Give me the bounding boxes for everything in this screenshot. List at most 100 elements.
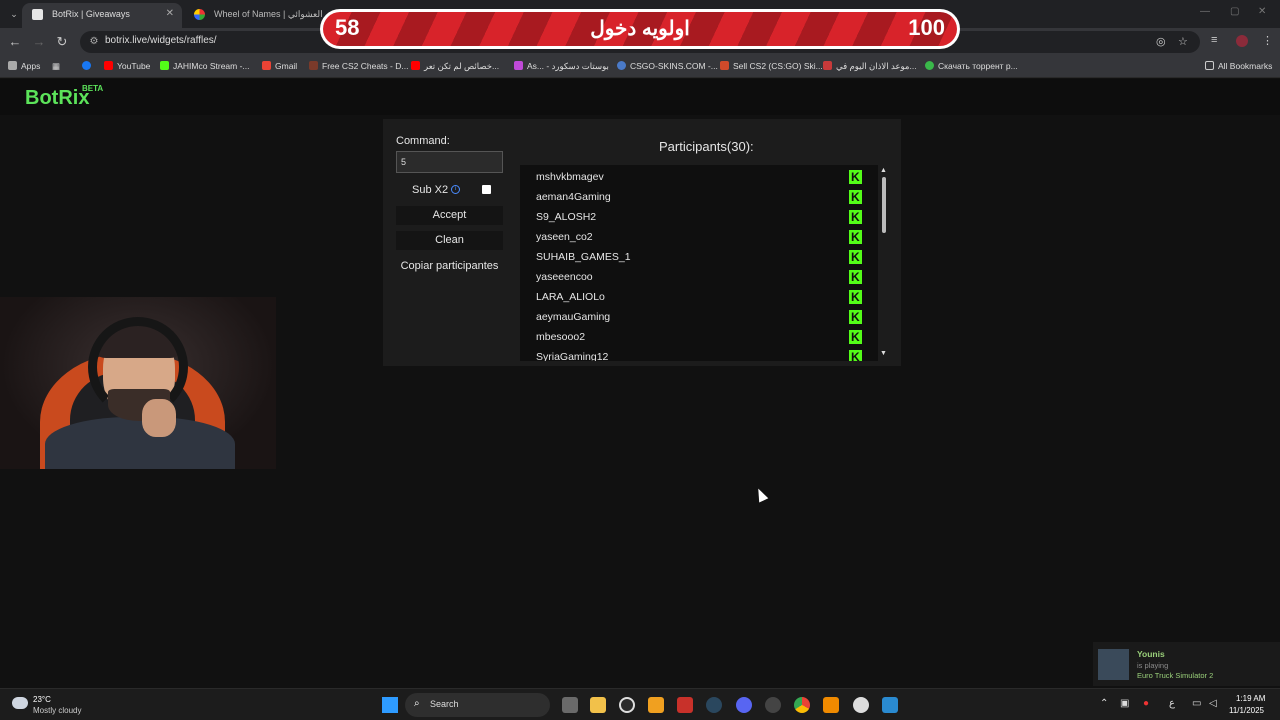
scrollbar-thumb[interactable] bbox=[882, 177, 886, 233]
bookmark-discord-posts[interactable]: As... - بوستات دسكورد bbox=[514, 61, 609, 72]
banner-center-text: اولويه دخول bbox=[590, 18, 690, 40]
botrix-logo[interactable]: BotRix bbox=[25, 87, 89, 110]
red-app-icon[interactable] bbox=[677, 697, 693, 713]
g-hub-icon[interactable] bbox=[619, 697, 635, 713]
facebook-icon[interactable] bbox=[82, 61, 95, 71]
participants-list[interactable]: mshvkbmagev aeman4Gaming S9_ALOSH2 yasee… bbox=[520, 165, 878, 361]
participant-row[interactable]: aeman4Gaming bbox=[520, 187, 865, 207]
participant-row[interactable]: mshvkbmagev bbox=[520, 167, 865, 187]
chrome-icon[interactable] bbox=[794, 697, 810, 713]
command-input[interactable] bbox=[396, 151, 503, 173]
windows-start-icon[interactable] bbox=[382, 697, 398, 713]
settings-gear-icon[interactable] bbox=[853, 697, 869, 713]
bookmark-prayer-times[interactable]: موعد الاذان اليوم في... bbox=[823, 61, 917, 72]
kick-icon bbox=[849, 230, 862, 244]
bookmark-arabic-video[interactable]: خصائص لم تكن تعر... bbox=[411, 61, 499, 72]
participant-row[interactable]: SUHAIB_GAMES_1 bbox=[520, 247, 865, 267]
participant-name: aeman4Gaming bbox=[536, 191, 611, 203]
clock-time[interactable]: 1:19 AM bbox=[1236, 694, 1265, 703]
reload-icon[interactable]: ↻ bbox=[53, 33, 71, 51]
notepad-icon[interactable] bbox=[882, 697, 898, 713]
bookmark-csgo-skins[interactable]: CSGO-SKINS.COM -... bbox=[617, 61, 718, 71]
close-window-icon[interactable]: ✕ bbox=[1258, 6, 1266, 17]
participant-name: S9_ALOSH2 bbox=[536, 211, 597, 223]
participant-row[interactable]: aeymauGaming bbox=[520, 307, 865, 327]
vlc-icon[interactable] bbox=[823, 697, 839, 713]
participant-row[interactable]: LARA_ALIOLo bbox=[520, 287, 865, 307]
participant-row[interactable]: SyriaGaming12 bbox=[520, 347, 865, 361]
participant-row[interactable]: S9_ALOSH2 bbox=[520, 207, 865, 227]
gem-icon bbox=[514, 61, 523, 70]
media-icon[interactable]: ≡ bbox=[1211, 34, 1217, 46]
banner-right-number: 100 bbox=[908, 15, 945, 40]
menu-icon[interactable]: ⋮ bbox=[1262, 34, 1273, 47]
task-view-icon[interactable] bbox=[562, 697, 578, 713]
accept-button[interactable]: Accept bbox=[396, 206, 503, 225]
clean-button[interactable]: Clean bbox=[396, 231, 503, 250]
kick-icon bbox=[849, 270, 862, 284]
copy-participants-button[interactable]: Copiar participantes bbox=[396, 260, 503, 272]
taskbar-search[interactable]: ⌕ Search bbox=[405, 693, 550, 717]
cloud-icon[interactable] bbox=[12, 697, 28, 709]
scroll-up-icon[interactable]: ▲ bbox=[880, 167, 887, 174]
microphone-icon[interactable]: ● bbox=[1143, 698, 1149, 709]
all-bookmarks[interactable]: All Bookmarks bbox=[1205, 61, 1272, 71]
friend-avatar bbox=[1098, 649, 1129, 680]
kick-icon bbox=[160, 61, 169, 70]
cheats-icon bbox=[309, 61, 318, 70]
raffle-panel: Command: Sub X2 i Accept Clean Copiar pa… bbox=[383, 119, 901, 366]
search-icon: ⌕ bbox=[414, 698, 420, 709]
streamer-shirt bbox=[45, 417, 235, 469]
participant-row[interactable]: mbesooo2 bbox=[520, 327, 865, 347]
bookmark-gmail[interactable]: Gmail bbox=[262, 61, 297, 71]
bookmarks-bar: Apps ▦ YouTube JAHIMco Stream -... Gmail… bbox=[0, 56, 1280, 78]
arrow-app-icon[interactable] bbox=[648, 697, 664, 713]
clock-date[interactable]: 11/1/2025 bbox=[1229, 706, 1264, 715]
search-label: Search bbox=[430, 699, 459, 709]
folder-icon bbox=[1205, 61, 1214, 70]
kick-icon bbox=[849, 190, 862, 204]
grid-icon[interactable]: ▦ bbox=[52, 61, 60, 72]
friend-game: Euro Truck Simulator 2 bbox=[1137, 671, 1214, 680]
bookmark-star-icon[interactable]: ☆ bbox=[1178, 35, 1188, 48]
steam-notification[interactable]: Younis is playing Euro Truck Simulator 2 bbox=[1093, 642, 1280, 686]
bookmark-apps[interactable]: Apps bbox=[8, 61, 40, 71]
site-info-icon[interactable]: ⚙ bbox=[87, 35, 101, 49]
forward-icon[interactable]: → bbox=[30, 33, 48, 51]
network-icon[interactable]: ▭ bbox=[1192, 698, 1201, 709]
temperature[interactable]: 23°C bbox=[33, 695, 51, 704]
tab-wheel-of-names[interactable]: Wheel of Names | عسم العشوائي bbox=[184, 3, 334, 28]
profile-avatar[interactable] bbox=[1236, 35, 1248, 47]
close-tab-icon[interactable]: ✕ bbox=[166, 3, 174, 25]
bookmark-cs2-cheats[interactable]: Free CS2 Cheats - D... bbox=[309, 61, 408, 71]
bookmark-sell-cs2[interactable]: Sell CS2 (CS:GO) Ski... bbox=[720, 61, 823, 71]
kick-icon bbox=[849, 250, 862, 264]
participant-row[interactable]: yaseeencoo bbox=[520, 267, 865, 287]
file-explorer-icon[interactable] bbox=[590, 697, 606, 713]
tray-app-icon[interactable]: ▣ bbox=[1120, 698, 1129, 709]
participant-row[interactable]: yaseen_co2 bbox=[520, 227, 865, 247]
bookmark-torrent[interactable]: Скачать торрент р... bbox=[925, 61, 1018, 71]
back-icon[interactable]: ← bbox=[6, 33, 24, 51]
tab-botrix[interactable]: BotRix | Giveaways ✕ bbox=[22, 3, 182, 28]
weather-condition[interactable]: Mostly cloudy bbox=[33, 706, 81, 715]
eye-off-icon[interactable]: ◎ bbox=[1156, 35, 1166, 48]
bookmark-youtube[interactable]: YouTube bbox=[104, 61, 150, 71]
sub-x2-checkbox[interactable] bbox=[482, 185, 491, 194]
tab-search-icon[interactable]: ⌄ bbox=[6, 6, 22, 22]
info-icon[interactable]: i bbox=[451, 185, 460, 194]
volume-icon[interactable]: ◁ bbox=[1209, 698, 1217, 709]
kick-icon bbox=[849, 350, 862, 361]
tray-chevron-icon[interactable]: ⌃ bbox=[1100, 698, 1108, 709]
language-indicator[interactable]: ع bbox=[1169, 698, 1175, 709]
sync-app-icon[interactable] bbox=[765, 697, 781, 713]
scroll-down-icon[interactable]: ▼ bbox=[880, 350, 887, 357]
discord-icon[interactable] bbox=[736, 697, 752, 713]
kick-icon bbox=[849, 290, 862, 304]
bookmark-jahimco[interactable]: JAHIMco Stream -... bbox=[160, 61, 250, 71]
maximize-icon[interactable]: ▢ bbox=[1230, 6, 1239, 17]
minimize-icon[interactable]: — bbox=[1200, 6, 1210, 17]
steam-icon[interactable] bbox=[706, 697, 722, 713]
command-label: Command: bbox=[396, 135, 450, 147]
botrix-header: BotRix BETA bbox=[0, 79, 1280, 115]
